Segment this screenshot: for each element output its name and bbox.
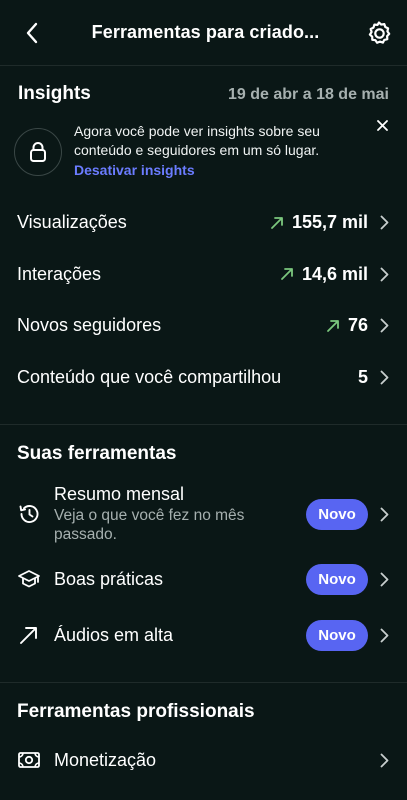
tool-name: Boas práticas (54, 568, 164, 589)
gear-icon (368, 20, 391, 44)
new-badge: Novo (306, 619, 368, 651)
insights-heading: Insights (18, 83, 91, 104)
chevron-right-icon (380, 318, 389, 333)
metric-value: 155,7 mil (291, 212, 368, 233)
metric-label: Visualizações (17, 212, 127, 233)
insights-section: Insights 19 de abr a 18 de mai Agora voc… (0, 66, 407, 425)
money-icon (17, 748, 41, 772)
pro-tools-section: Ferramentas profissionais Monetização (0, 683, 407, 791)
chevron-right-icon (380, 507, 389, 522)
trend-up-icon (270, 216, 284, 230)
metric-label: Novos seguidores (17, 315, 162, 336)
tool-row-monthly-summary[interactable]: Resumo mensal Veja o que você fez no mês… (0, 477, 407, 551)
page-title: Ferramentas para criado... (91, 22, 320, 42)
metrics-list: Visualizações 155,7 mil Interações 14,6 … (0, 190, 407, 403)
chevron-right-icon (380, 370, 389, 385)
metric-value: 5 (357, 366, 368, 387)
tool-name: Áudios em alta (54, 624, 174, 645)
tool-name: Resumo mensal (54, 484, 185, 504)
trending-arrow-icon (17, 623, 41, 647)
close-icon (376, 119, 388, 131)
metric-row-views[interactable]: Visualizações 155,7 mil (0, 197, 407, 249)
back-button[interactable] (18, 19, 46, 47)
metric-row-interactions[interactable]: Interações 14,6 mil (0, 249, 407, 301)
chevron-right-icon (380, 753, 389, 768)
chevron-right-icon (380, 267, 389, 282)
metric-row-followers[interactable]: Novos seguidores 76 (0, 300, 407, 352)
tool-text: Monetização (54, 750, 380, 771)
new-badge: Novo (306, 498, 368, 530)
tools-heading: Suas ferramentas (17, 443, 177, 464)
metric-value: 14,6 mil (301, 263, 368, 284)
pro-tools-heading: Ferramentas profissionais (17, 701, 255, 722)
trend-up-icon (280, 267, 294, 281)
date-range[interactable]: 19 de abr a 18 de mai (228, 86, 389, 104)
close-notice-button[interactable] (375, 118, 389, 132)
tool-text: Boas práticas (54, 569, 306, 590)
graduation-cap-icon (17, 567, 41, 591)
metric-value: 76 (347, 315, 368, 336)
disable-insights-link[interactable]: Desativar insights (74, 161, 359, 180)
chevron-left-icon (26, 22, 38, 43)
tools-section: Suas ferramentas Resumo mensal Veja o qu… (0, 425, 407, 683)
chevron-right-icon (380, 628, 389, 643)
lock-badge (14, 128, 62, 176)
tool-name: Monetização (54, 749, 157, 770)
insights-notice: Agora você pode ver insights sobre seu c… (0, 118, 407, 190)
tool-description: Veja o que você fez no mês passado. (54, 507, 245, 543)
tool-text: Resumo mensal Veja o que você fez no mês… (54, 484, 306, 544)
lock-icon (30, 142, 46, 162)
insights-header: Insights 19 de abr a 18 de mai (0, 66, 407, 118)
chevron-right-icon (380, 215, 389, 230)
metric-label: Conteúdo que você compartilhou (17, 366, 282, 387)
chevron-right-icon (380, 572, 389, 587)
settings-button[interactable] (365, 19, 393, 47)
metric-label: Interações (17, 263, 102, 284)
metric-row-shared-content[interactable]: Conteúdo que você compartilhou 5 (0, 352, 407, 404)
notice-text: Agora você pode ver insights sobre seu c… (74, 123, 320, 158)
tool-row-monetization[interactable]: Monetização (0, 729, 407, 791)
top-bar: Ferramentas para criado... (0, 0, 407, 66)
tool-text: Áudios em alta (54, 625, 306, 646)
trend-up-icon (326, 319, 340, 333)
tool-row-best-practices[interactable]: Boas práticas Novo (0, 551, 407, 607)
history-icon (17, 502, 41, 526)
notice-body: Agora você pode ver insights sobre seu c… (74, 122, 359, 190)
new-badge: Novo (306, 563, 368, 595)
tool-row-trending-audio[interactable]: Áudios em alta Novo (0, 607, 407, 663)
